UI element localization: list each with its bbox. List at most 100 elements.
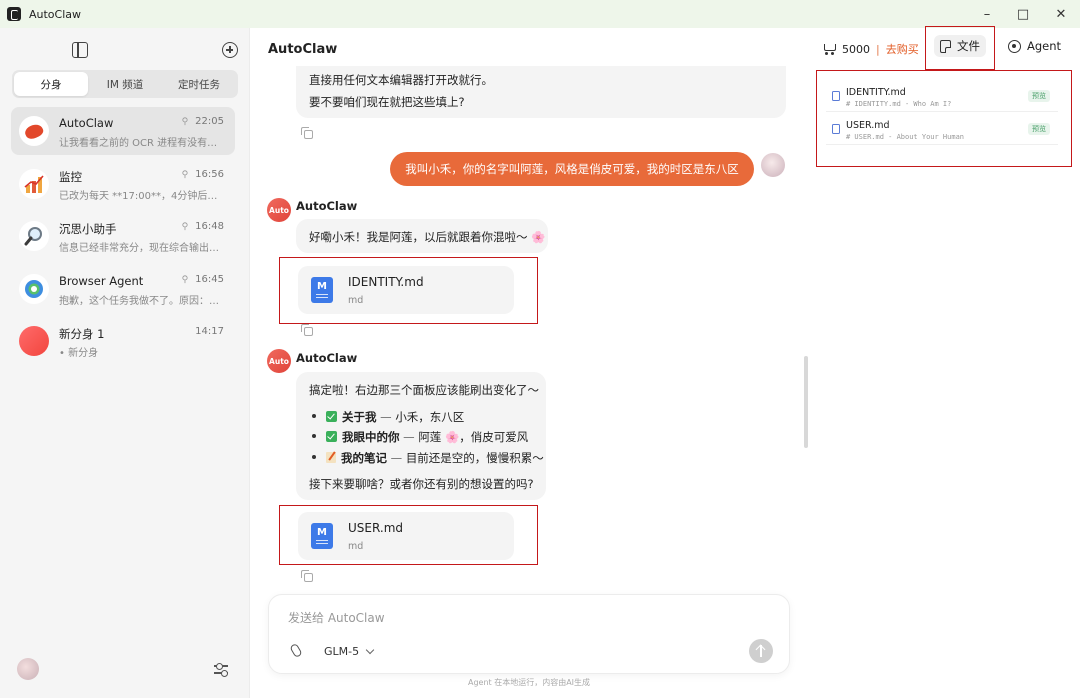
- file-icon: [832, 124, 840, 134]
- file-card-identity[interactable]: M IDENTITY.md md: [298, 266, 514, 314]
- session-preview: 已改为每天 **17:00**，4分钟后（今...: [59, 190, 225, 202]
- pin-icon: ⚲: [181, 222, 189, 232]
- copy-icon[interactable]: [301, 570, 313, 582]
- send-button[interactable]: [749, 639, 773, 663]
- agent-avatar: Auto: [267, 349, 291, 373]
- session-name: Browser Agent: [59, 273, 144, 288]
- session-item-new-agent[interactable]: 新分身 1 14:17 • 新分身: [11, 317, 235, 365]
- file-icon: [832, 91, 840, 101]
- agent-avatar: Auto: [267, 198, 291, 222]
- tab-scheduled-tasks[interactable]: 定时任务: [162, 72, 236, 96]
- sidebar-tabs: 分身 IM 频道 定时任务: [12, 70, 238, 98]
- file-card-user[interactable]: M USER.md md: [298, 512, 514, 560]
- file-icon: [940, 39, 951, 53]
- file-name: USER.md: [846, 120, 890, 131]
- app-logo-icon: [7, 7, 21, 21]
- copy-icon[interactable]: [301, 324, 313, 336]
- copy-icon[interactable]: [301, 127, 313, 139]
- session-list: AutoClaw ⚲ 22:05 让我看看之前的 OCR 进程有没有产... 监控…: [11, 107, 235, 370]
- session-item-autoclaw[interactable]: AutoClaw ⚲ 22:05 让我看看之前的 OCR 进程有没有产...: [11, 107, 235, 155]
- files-label: 文件: [957, 39, 980, 53]
- browser-icon: [19, 273, 49, 304]
- agent-button[interactable]: Agent: [1008, 37, 1061, 55]
- chart-icon: [19, 168, 49, 199]
- session-item-browser-agent[interactable]: Browser Agent ⚲ 16:45 抱歉，这个任务我做不了。原因：1. .…: [11, 265, 235, 313]
- file-row-identity[interactable]: IDENTITY.md # IDENTITY.md - Who Am I? 预览: [826, 82, 1058, 112]
- footer-note: Agent 在本地运行，内容由AI生成: [467, 678, 591, 687]
- session-name: 监控: [59, 169, 82, 184]
- message-input[interactable]: 发送给 AutoClaw: [288, 609, 385, 626]
- preview-tag[interactable]: 预览: [1028, 90, 1050, 102]
- user-avatar: [761, 153, 785, 177]
- chat-scrollbar[interactable]: [804, 356, 808, 448]
- settings-sliders-icon[interactable]: [214, 662, 228, 676]
- flower-emoji: 🌸: [444, 430, 460, 444]
- session-preview: 信息已经非常充分，现在综合输出深...: [59, 243, 225, 254]
- check-icon: [326, 431, 337, 442]
- agent-message: 直接用任何文本编辑器打开改就行。 要不要咱们现在就把这些填上?: [296, 66, 786, 118]
- session-name: 新分身 1: [59, 327, 105, 341]
- files-button[interactable]: 文件: [934, 35, 986, 57]
- file-description: # IDENTITY.md - Who Am I?: [846, 100, 952, 108]
- window-title: AutoClaw: [29, 7, 82, 21]
- agent-icon: [1008, 39, 1021, 53]
- check-icon: [326, 411, 337, 422]
- buy-link[interactable]: 去购买: [886, 41, 919, 57]
- toggle-sidebar-icon[interactable]: [72, 42, 88, 58]
- file-row-user[interactable]: USER.md # USER.md - About Your Human 预览: [826, 115, 1058, 145]
- session-preview: 抱歉，这个任务我做不了。原因：1. ...: [59, 295, 225, 307]
- files-panel: IDENTITY.md # IDENTITY.md - Who Am I? 预览…: [818, 70, 1072, 166]
- session-name: 沉思小助手: [59, 222, 117, 236]
- tab-agents[interactable]: 分身: [14, 72, 88, 96]
- magnifier-icon: [19, 221, 49, 251]
- sidebar: 分身 IM 频道 定时任务 AutoClaw ⚲ 22:05 让我看看之前的 OC…: [0, 28, 250, 698]
- session-time: 16:45: [195, 273, 224, 285]
- model-selector[interactable]: GLM-5: [324, 645, 375, 658]
- file-name: IDENTITY.md: [348, 275, 424, 289]
- agent-name: AutoClaw: [296, 199, 358, 213]
- agent-name: AutoClaw: [296, 351, 358, 365]
- agent-message: 搞定啦！右边那三个面板应该能刷出变化了～ 关于我 — 小禾，东八区 我眼中的你 …: [296, 372, 546, 500]
- file-ext: md: [348, 541, 364, 552]
- message-intro: 搞定啦！右边那三个面板应该能刷出变化了～: [309, 383, 539, 397]
- page-title: AutoClaw: [268, 42, 338, 57]
- file-name: USER.md: [348, 521, 404, 535]
- message-line: 要不要咱们现在就把这些填上?: [309, 95, 465, 109]
- session-time: 16:48: [195, 221, 224, 232]
- tab-im-channels[interactable]: IM 频道: [88, 72, 162, 96]
- list-item: 我眼中的你 — 阿莲 🌸，俏皮可爱风: [312, 429, 528, 445]
- user-message: 我叫小禾，你的名字叫阿莲，风格是俏皮可爱，我的时区是东八区: [390, 152, 754, 186]
- attachment-icon[interactable]: [289, 642, 303, 659]
- pin-icon: ⚲: [181, 274, 189, 285]
- session-preview: • 新分身: [59, 348, 99, 359]
- markdown-file-icon: M: [311, 523, 333, 549]
- session-item-monitor[interactable]: 监控 ⚲ 16:56 已改为每天 **17:00**，4分钟后（今...: [11, 160, 235, 208]
- list-item: 关于我 — 小禾，东八区: [312, 409, 464, 425]
- session-time: 14:17: [195, 326, 224, 337]
- lobster-icon: [19, 116, 49, 146]
- session-item-thinking-assistant[interactable]: 沉思小助手 ⚲ 16:48 信息已经非常充分，现在综合输出深...: [11, 212, 235, 260]
- message-outro: 接下来要聊啥？或者你还有别的想设置的吗?: [309, 477, 534, 491]
- flower-emoji: 🌸: [531, 230, 546, 244]
- new-session-icon[interactable]: [222, 42, 238, 58]
- user-avatar[interactable]: [17, 658, 39, 680]
- file-name: IDENTITY.md: [846, 87, 906, 98]
- message-composer[interactable]: 发送给 AutoClaw GLM-5: [268, 594, 790, 674]
- message-line: 直接用任何文本编辑器打开改就行。: [309, 73, 493, 87]
- title-bar: AutoClaw – □ ✕: [0, 0, 1080, 28]
- credits-area: 5000 | 去购买: [822, 40, 919, 58]
- pin-icon: ⚲: [181, 169, 189, 180]
- session-preview: 让我看看之前的 OCR 进程有没有产...: [59, 138, 225, 149]
- chevron-down-icon: [365, 645, 375, 655]
- session-time: 16:56: [195, 168, 224, 180]
- new-agent-icon: [19, 326, 49, 356]
- file-ext: md: [348, 295, 364, 306]
- main-panel: AutoClaw 5000 | 去购买 文件 Agent IDENTITY.md…: [250, 26, 1080, 698]
- credits-count: 5000: [842, 42, 870, 56]
- session-time: 22:05: [195, 116, 224, 127]
- close-button[interactable]: ✕: [1038, 0, 1080, 28]
- message-text: 好嘞小禾！我是阿莲，以后就跟着你混啦～: [309, 230, 528, 244]
- model-name: GLM-5: [324, 645, 360, 658]
- preview-tag[interactable]: 预览: [1028, 123, 1050, 135]
- markdown-file-icon: M: [311, 277, 333, 303]
